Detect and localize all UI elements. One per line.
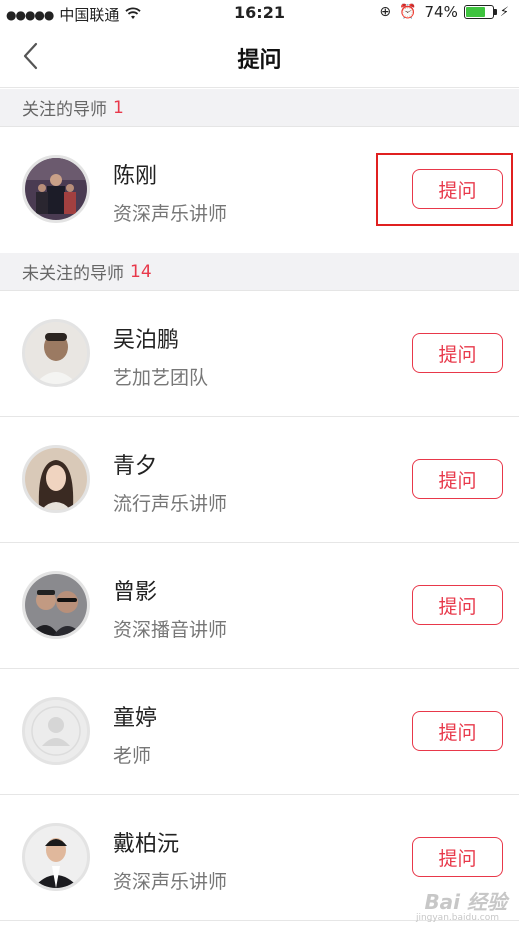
mentor-title: 流行声乐讲师 bbox=[113, 493, 228, 515]
mentor-title: 资深声乐讲师 bbox=[113, 871, 228, 893]
section-label: 未关注的导师 bbox=[22, 264, 124, 284]
nav-bar: 提问 bbox=[0, 26, 519, 88]
mentor-title: 艺加艺团队 bbox=[113, 367, 209, 389]
mentor-row[interactable]: 青夕 流行声乐讲师 提问 bbox=[0, 417, 519, 543]
rotation-lock-icon: ⊕ bbox=[379, 4, 392, 20]
ask-question-button[interactable]: 提问 bbox=[412, 459, 503, 499]
baidu-watermark: Bai 经验 bbox=[424, 890, 507, 914]
default-user-icon[interactable] bbox=[22, 697, 90, 765]
status-bar: ●●●●● 中国联通 16:21 ⊕ ⏰ 74% ⚡ bbox=[0, 0, 519, 26]
page-title: 提问 bbox=[237, 48, 282, 73]
section-count: 14 bbox=[130, 261, 152, 282]
mentor-name: 曾影 bbox=[113, 580, 158, 605]
mentor-avatar[interactable] bbox=[22, 155, 90, 223]
ask-question-button[interactable]: 提问 bbox=[412, 711, 503, 751]
mentor-avatar[interactable] bbox=[22, 319, 90, 387]
mentor-avatar[interactable] bbox=[22, 823, 90, 891]
battery-percent: 74% bbox=[424, 3, 458, 21]
ask-question-button[interactable]: 提问 bbox=[412, 333, 503, 373]
battery-icon bbox=[463, 5, 497, 19]
mentor-row[interactable]: 吴泊鹏 艺加艺团队 提问 bbox=[0, 291, 519, 417]
charging-icon: ⚡ bbox=[499, 4, 509, 20]
section-header-followed: 关注的导师 1 bbox=[0, 89, 519, 127]
mentor-name: 吴泊鹏 bbox=[113, 328, 180, 353]
mentor-avatar[interactable] bbox=[22, 571, 90, 639]
mentor-name: 青夕 bbox=[113, 454, 158, 479]
mentor-title: 资深播音讲师 bbox=[113, 619, 228, 641]
mentor-title: 老师 bbox=[113, 745, 152, 767]
alarm-icon: ⏰ bbox=[399, 4, 417, 20]
mentor-name: 陈刚 bbox=[113, 164, 158, 189]
mentor-title: 资深声乐讲师 bbox=[113, 203, 228, 225]
section-label: 关注的导师 bbox=[22, 100, 107, 120]
mentor-row[interactable]: 曾影 资深播音讲师 提问 bbox=[0, 543, 519, 669]
ask-question-button[interactable]: 提问 bbox=[412, 585, 503, 625]
mentor-avatar[interactable] bbox=[22, 445, 90, 513]
section-count: 1 bbox=[113, 97, 124, 118]
ask-question-button[interactable]: 提问 bbox=[412, 837, 503, 877]
mentor-name: 童婷 bbox=[113, 706, 158, 731]
baidu-watermark-url: jingyan.baidu.com bbox=[415, 913, 499, 923]
mentor-row[interactable]: 童婷 老师 提问 bbox=[0, 669, 519, 795]
section-header-unfollowed: 未关注的导师 14 bbox=[0, 253, 519, 291]
mentor-name: 戴柏沅 bbox=[113, 832, 180, 857]
highlight-box bbox=[376, 153, 513, 226]
